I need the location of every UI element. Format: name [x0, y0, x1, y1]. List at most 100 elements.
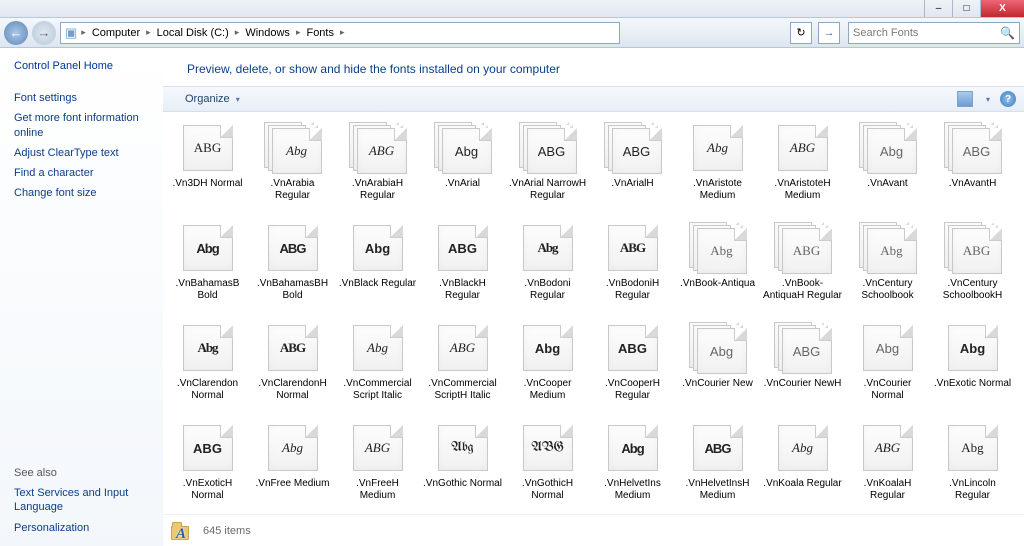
font-thumbnail: ABG	[264, 322, 322, 374]
font-item[interactable]: ABG.VnGothicH Normal	[505, 422, 590, 514]
font-thumbnail: Abg	[774, 422, 832, 474]
font-item[interactable]: ABG.VnArabiaH Regular	[335, 122, 420, 222]
font-item[interactable]: ABG.VnHelvetInsH Medium	[675, 422, 760, 514]
font-item[interactable]: ABG.VnCommercial ScriptH Italic	[420, 322, 505, 422]
font-name-label: .VnLincoln Regular	[933, 478, 1013, 501]
back-button[interactable]: ←	[4, 21, 28, 45]
font-item[interactable]: ABG.Vn3DH Normal	[165, 122, 250, 222]
search-icon[interactable]: 🔍	[1000, 26, 1015, 40]
font-thumbnail: ABG	[859, 422, 917, 474]
status-item-count: 645 items	[203, 525, 251, 537]
font-item[interactable]: ABG.VnBahamasBH Bold	[250, 222, 335, 322]
sidebar-link-personalization[interactable]: Personalization	[14, 518, 155, 538]
font-sample: ABG	[268, 225, 318, 271]
font-item[interactable]: ABG.VnArialH	[590, 122, 675, 222]
sidebar-link-cleartype[interactable]: Adjust ClearType text	[14, 143, 155, 163]
font-item[interactable]: ABG .VnCourier NewH	[760, 322, 845, 422]
font-sample: ABG	[782, 328, 832, 374]
font-item[interactable]: Abg.VnExotic Normal	[930, 322, 1015, 422]
font-item[interactable]: ABG.VnFreeH Medium	[335, 422, 420, 514]
breadcrumb-item[interactable]: Windows	[243, 27, 292, 39]
font-item[interactable]: ABG.VnBodoniH Regular	[590, 222, 675, 322]
font-name-label: .VnArabia Regular	[253, 178, 333, 201]
font-name-label: .VnCourier NewH	[764, 378, 842, 390]
breadcrumb-sep: ▸	[292, 27, 305, 38]
font-thumbnail: ABG	[774, 222, 832, 274]
font-item[interactable]: Abg.VnCourier Normal	[845, 322, 930, 422]
font-item[interactable]: Abg .VnBlack Regular	[335, 222, 420, 322]
sidebar: Control Panel Home Font settings Get mor…	[0, 48, 163, 546]
sidebar-link-change-size[interactable]: Change font size	[14, 183, 155, 203]
font-name-label: .VnBook-AntiquaH Regular	[763, 278, 843, 301]
font-item[interactable]: ABG.VnBlackH Regular	[420, 222, 505, 322]
font-name-label: .VnGothicH Normal	[508, 478, 588, 501]
chevron-down-icon[interactable]: ▾	[986, 95, 990, 104]
font-item[interactable]: Abg .VnArabia Regular	[250, 122, 335, 222]
refresh-button[interactable]: ↻	[790, 22, 812, 44]
font-item[interactable]: ABG.VnAristoteH Medium	[760, 122, 845, 222]
close-button[interactable]: X	[980, 0, 1024, 17]
font-thumbnail: ABG	[944, 222, 1002, 274]
font-name-label: .VnBlack Regular	[339, 278, 416, 290]
help-button[interactable]: ?	[1000, 91, 1016, 107]
sidebar-link-find-char[interactable]: Find a character	[14, 163, 155, 183]
go-button[interactable]: →	[818, 22, 840, 44]
forward-button[interactable]: →	[32, 21, 56, 45]
font-item[interactable]: ABG.VnClarendonH Normal	[250, 322, 335, 422]
breadcrumb-item[interactable]: Fonts	[304, 27, 336, 39]
font-item[interactable]: Abg.VnGothic Normal	[420, 422, 505, 514]
font-item[interactable]: Abg.VnClarendon Normal	[165, 322, 250, 422]
font-thumbnail: ABG	[349, 422, 407, 474]
font-name-label: .VnCooperH Regular	[593, 378, 673, 401]
font-name-label: .VnKoala Regular	[763, 478, 841, 490]
font-item[interactable]: ABG.VnCentury SchoolbookH	[930, 222, 1015, 322]
font-thumbnail: Abg	[349, 222, 407, 274]
font-item[interactable]: Abg.VnCommercial Script Italic	[335, 322, 420, 422]
font-item[interactable]: Abg.VnArial	[420, 122, 505, 222]
font-item[interactable]: Abg.VnAristote Medium	[675, 122, 760, 222]
breadcrumb-sep: ▸	[336, 27, 349, 38]
view-button[interactable]	[957, 91, 973, 107]
font-item[interactable]: Abg.VnBook-Antiqua	[675, 222, 760, 322]
font-item[interactable]: ABG.VnKoalaH Regular	[845, 422, 930, 514]
control-panel-home[interactable]: Control Panel Home	[14, 60, 155, 78]
maximize-button[interactable]: □	[952, 0, 980, 17]
font-thumbnail: Abg	[689, 122, 747, 174]
sidebar-link-more-info[interactable]: Get more font information online	[14, 108, 155, 143]
font-item[interactable]: Abg.VnFree Medium	[250, 422, 335, 514]
font-item[interactable]: Abg .VnKoala Regular	[760, 422, 845, 514]
font-item[interactable]: Abg.VnCourier New	[675, 322, 760, 422]
sidebar-link-text-services[interactable]: Text Services and Input Language	[14, 483, 155, 518]
font-item[interactable]: Abg.VnLincoln Regular	[930, 422, 1015, 514]
font-sample: ABG	[183, 125, 233, 171]
font-item[interactable]: Abg.VnAvant	[845, 122, 930, 222]
breadcrumb-item[interactable]: Computer	[90, 27, 142, 39]
font-thumbnail: Abg	[264, 122, 322, 174]
font-item[interactable]: Abg.VnCooper Medium	[505, 322, 590, 422]
font-sample: Abg	[867, 128, 917, 174]
sidebar-link-font-settings[interactable]: Font settings	[14, 88, 155, 108]
font-item[interactable]: ABG.VnArial NarrowH Regular	[505, 122, 590, 222]
font-item[interactable]: ABG.VnExoticH Normal	[165, 422, 250, 514]
search-input[interactable]: Search Fonts 🔍	[848, 22, 1020, 44]
font-item[interactable]: Abg.VnCentury Schoolbook	[845, 222, 930, 322]
font-item[interactable]: Abg.VnBodoni Regular	[505, 222, 590, 322]
font-thumbnail: Abg	[264, 422, 322, 474]
font-item[interactable]: ABG.VnAvantH	[930, 122, 1015, 222]
font-sample: ABG	[863, 425, 913, 471]
breadcrumb-item[interactable]: Local Disk (C:)	[155, 27, 231, 39]
font-sample: Abg	[693, 125, 743, 171]
breadcrumb[interactable]: ▣ ▸ Computer ▸ Local Disk (C:) ▸ Windows…	[60, 22, 620, 44]
organize-button[interactable]: Organize ▾	[185, 93, 240, 105]
font-name-label: .VnBahamasB Bold	[168, 278, 248, 301]
font-item[interactable]: ABG.VnCooperH Regular	[590, 322, 675, 422]
font-item[interactable]: Abg.VnHelvetIns Medium	[590, 422, 675, 514]
minimize-button[interactable]: –	[924, 0, 952, 17]
font-item[interactable]: Abg .VnBahamasB Bold	[165, 222, 250, 322]
font-item[interactable]: ABG .VnBook-AntiquaH Regular	[760, 222, 845, 322]
font-name-label: .VnArialH	[611, 178, 653, 190]
font-thumbnail: ABG	[519, 122, 577, 174]
font-sample: Abg	[183, 225, 233, 271]
font-sample: Abg	[948, 325, 998, 371]
fonts-folder-icon: A	[169, 519, 193, 543]
